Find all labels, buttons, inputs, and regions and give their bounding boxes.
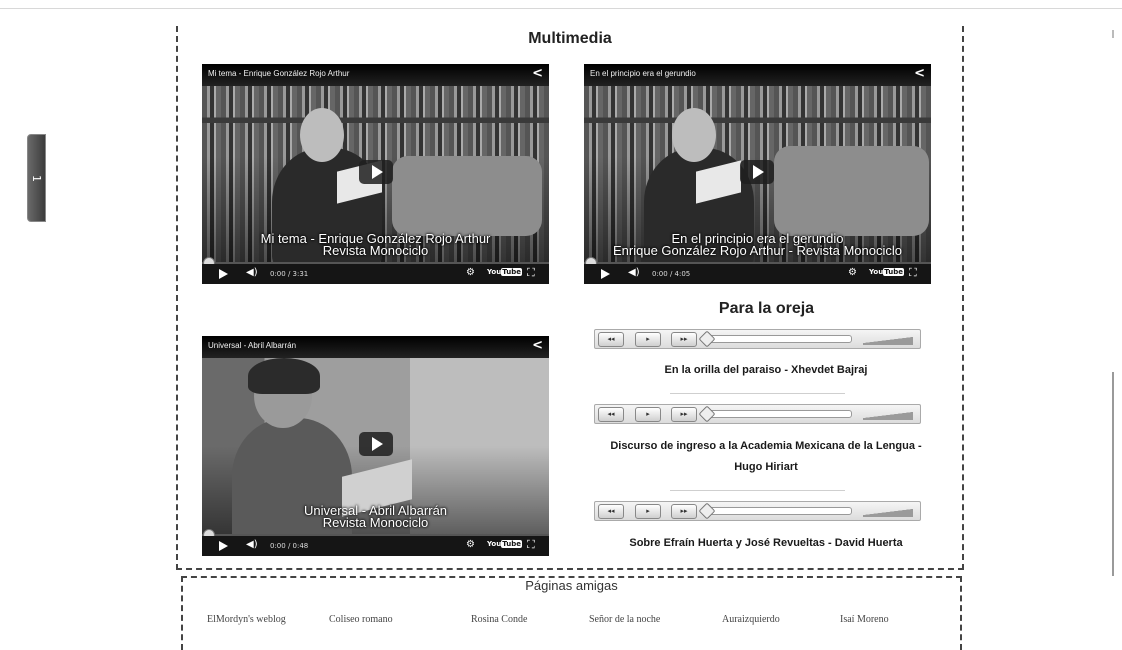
video-time: 0:00 / 4:05 — [652, 270, 691, 278]
friends-panel: Páginas amigas ElMordyn's weblog Coliseo… — [181, 576, 962, 650]
video-controls: ◀) 0:00 / 4:05 ⚙ YouTube ⛶ — [584, 264, 931, 284]
right-scroll-marker — [1112, 30, 1114, 38]
play-icon[interactable] — [601, 269, 610, 279]
video-time: 0:00 / 0:48 — [270, 542, 309, 550]
friend-link-elmordyn[interactable]: ElMordyn's weblog — [207, 614, 286, 625]
youtube-logo[interactable]: YouTube — [487, 540, 522, 548]
video-controls: ◀) 0:00 / 3:31 ⚙ YouTube ⛶ — [202, 264, 549, 284]
volume-icon[interactable]: ◀) — [246, 267, 258, 278]
audio-seek-slider[interactable] — [705, 335, 852, 343]
video-player-3[interactable]: Universal - Abril Albarrán < Universal -… — [202, 336, 549, 556]
video-title-link[interactable]: Universal - Abril Albarrán — [208, 341, 296, 350]
rewind-button[interactable]: ◂◂ — [598, 504, 624, 519]
top-divider — [0, 8, 1122, 9]
rewind-button[interactable]: ◂◂ — [598, 407, 624, 422]
friend-link-coliseo-romano[interactable]: Coliseo romano — [329, 614, 393, 625]
seek-knob[interactable] — [698, 502, 716, 520]
share-icon[interactable]: < — [532, 67, 543, 81]
audio-seek-slider[interactable] — [705, 507, 852, 515]
play-button[interactable]: ▸ — [635, 407, 661, 422]
youtube-logo[interactable]: YouTube — [487, 268, 522, 276]
play-button[interactable] — [359, 160, 393, 184]
volume-icon[interactable]: ◀) — [246, 539, 258, 550]
video-time: 0:00 / 3:31 — [270, 270, 309, 278]
fullscreen-icon[interactable]: ⛶ — [527, 538, 535, 552]
track-separator — [670, 393, 845, 394]
video-title-bar: En el principio era el gerundio < — [584, 64, 931, 86]
share-icon[interactable]: < — [914, 67, 925, 81]
video-overlay-subtitle: Revista Monociclo — [322, 515, 429, 530]
volume-icon[interactable]: ◀) — [628, 267, 640, 278]
gear-icon[interactable]: ⚙ — [466, 267, 475, 278]
para-la-oreja-title: Para la oreja — [718, 300, 815, 317]
video-title-bar: Mi tema - Enrique González Rojo Arthur < — [202, 64, 549, 86]
audio-track-title: Sobre Efraín Huerta y José Revueltas - D… — [629, 537, 903, 549]
friend-link-rosina-conde[interactable]: Rosina Conde — [471, 614, 527, 625]
forward-button[interactable]: ▸▸ — [671, 332, 697, 347]
play-button[interactable]: ▸ — [635, 332, 661, 347]
gear-icon[interactable]: ⚙ — [848, 267, 857, 278]
friend-link-auraizquierdo[interactable]: Auraizquierdo — [722, 614, 780, 625]
fullscreen-icon[interactable]: ⛶ — [909, 266, 917, 280]
audio-track-title-line1: Discurso de ingreso a la Academia Mexica… — [610, 440, 922, 452]
video-overlay-subtitle: Enrique González Rojo Arthur - Revista M… — [612, 243, 903, 258]
friend-link-senor-de-la-noche[interactable]: Señor de la noche — [589, 614, 660, 625]
multimedia-panel: Multimedia Mi tema - Enrique González Ro… — [176, 26, 964, 570]
seek-knob[interactable] — [698, 405, 716, 423]
play-icon[interactable] — [219, 269, 228, 279]
volume-slider[interactable] — [863, 408, 913, 420]
forward-button[interactable]: ▸▸ — [671, 504, 697, 519]
audio-player-1: ◂◂ ▸ ▸▸ — [594, 329, 921, 349]
video-title-bar: Universal - Abril Albarrán < — [202, 336, 549, 358]
volume-slider[interactable] — [863, 333, 913, 345]
video-overlay-subtitle: Revista Monociclo — [322, 243, 429, 258]
audio-track-title: En la orilla del paraiso - Xhevdet Bajra… — [664, 364, 868, 376]
fullscreen-icon[interactable]: ⛶ — [527, 266, 535, 280]
audio-player-2: ◂◂ ▸ ▸▸ — [594, 404, 921, 424]
rewind-button[interactable]: ◂◂ — [598, 332, 624, 347]
video-player-2[interactable]: En el principio era el gerundio < En el … — [584, 64, 931, 284]
forward-button[interactable]: ▸▸ — [671, 407, 697, 422]
friend-link-isai-moreno[interactable]: Isaí Moreno — [840, 614, 889, 625]
video-player-1[interactable]: Mi tema - Enrique González Rojo Arthur <… — [202, 64, 549, 284]
multimedia-title: Multimedia — [528, 30, 612, 47]
track-separator — [670, 490, 845, 491]
play-button[interactable] — [740, 160, 774, 184]
right-scrollbar[interactable] — [1112, 372, 1114, 576]
friends-title: Páginas amigas — [525, 578, 618, 593]
play-button[interactable] — [359, 432, 393, 456]
gear-icon[interactable]: ⚙ — [466, 539, 475, 550]
audio-seek-slider[interactable] — [705, 410, 852, 418]
video-title-link[interactable]: Mi tema - Enrique González Rojo Arthur — [208, 69, 349, 78]
audio-track-title-line2: Hugo Hiriart — [734, 461, 798, 473]
youtube-logo[interactable]: YouTube — [869, 268, 904, 276]
video-controls: ◀) 0:00 / 0:48 ⚙ YouTube ⛶ — [202, 536, 549, 556]
share-icon[interactable]: < — [532, 339, 543, 353]
seek-knob[interactable] — [698, 330, 716, 348]
play-icon[interactable] — [219, 541, 228, 551]
play-button[interactable]: ▸ — [635, 504, 661, 519]
volume-slider[interactable] — [863, 505, 913, 517]
video-title-link[interactable]: En el principio era el gerundio — [590, 69, 696, 78]
side-feedback-tab[interactable]: 1 — [27, 134, 46, 222]
audio-player-3: ◂◂ ▸ ▸▸ — [594, 501, 921, 521]
